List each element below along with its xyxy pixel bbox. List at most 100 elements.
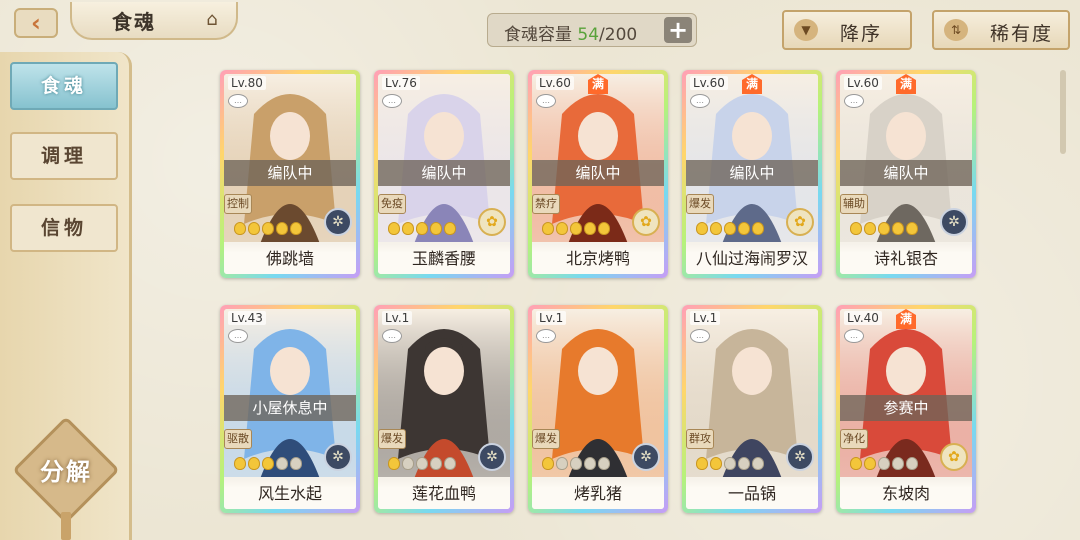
soul-card[interactable]: Lv.43 … 小屋休息中 驱散 ✲ 风生水起 bbox=[220, 305, 360, 513]
star-icon bbox=[402, 222, 414, 235]
level-label: Lv.1 bbox=[382, 311, 413, 325]
card-body: Lv.1 … 爆发 ✲ 莲花血鸭 bbox=[378, 309, 510, 509]
status-banner: 参赛中 bbox=[840, 395, 972, 421]
star-rating bbox=[696, 222, 764, 236]
chat-icon[interactable]: … bbox=[382, 329, 402, 343]
level-label: Lv.1 bbox=[536, 311, 567, 325]
chat-icon[interactable]: … bbox=[690, 94, 710, 108]
level-label: Lv.60 bbox=[536, 76, 574, 90]
sort-key-label: 稀有度 bbox=[990, 23, 1054, 45]
star-rating bbox=[850, 457, 918, 471]
character-name: 玉麟香腰 bbox=[378, 244, 510, 274]
star-icon bbox=[696, 222, 708, 235]
level-label: Lv.60 bbox=[844, 76, 882, 90]
soul-card[interactable]: Lv.1 … 群攻 ✲ 一品锅 bbox=[682, 305, 822, 513]
star-icon bbox=[724, 457, 736, 470]
star-icon bbox=[402, 457, 414, 470]
star-icon bbox=[262, 222, 274, 235]
home-icon[interactable]: ⌂ bbox=[200, 9, 224, 31]
gear-element-icon: ✲ bbox=[786, 443, 814, 471]
chat-icon[interactable]: … bbox=[844, 329, 864, 343]
star-icon bbox=[892, 222, 904, 235]
star-icon bbox=[542, 222, 554, 235]
sort-key-button[interactable]: ⇅ 稀有度 bbox=[932, 10, 1070, 50]
chat-icon[interactable]: … bbox=[228, 94, 248, 108]
star-icon bbox=[850, 222, 862, 235]
status-banner: 编队中 bbox=[224, 160, 356, 186]
role-badge: 免疫 bbox=[378, 194, 406, 214]
star-icon bbox=[276, 457, 288, 470]
chat-icon[interactable]: … bbox=[844, 94, 864, 108]
star-icon bbox=[878, 222, 890, 235]
sidebar-item-xinwu[interactable]: 信物 bbox=[10, 204, 118, 252]
character-name: 佛跳墙 bbox=[224, 244, 356, 274]
role-badge: 辅助 bbox=[840, 194, 868, 214]
star-icon bbox=[430, 222, 442, 235]
capacity-max: /200 bbox=[599, 25, 638, 45]
character-name: 一品锅 bbox=[686, 479, 818, 509]
soul-card[interactable]: Lv.60 满 … 编队中 辅助 ✲ 诗礼银杏 bbox=[836, 70, 976, 278]
soul-card[interactable]: Lv.80 … 编队中 控制 ✲ 佛跳墙 bbox=[220, 70, 360, 278]
level-label: Lv.60 bbox=[690, 76, 728, 90]
chat-icon[interactable]: … bbox=[690, 329, 710, 343]
role-badge: 驱散 bbox=[224, 429, 252, 449]
gear-element-icon: ✲ bbox=[478, 443, 506, 471]
star-icon bbox=[864, 222, 876, 235]
character-name: 东坡肉 bbox=[840, 479, 972, 509]
add-capacity-button[interactable]: + bbox=[664, 17, 692, 43]
soul-card[interactable]: Lv.60 满 … 编队中 禁疗 ✿ 北京烤鸭 bbox=[528, 70, 668, 278]
flower-element-icon: ✿ bbox=[478, 208, 506, 236]
scrollbar[interactable] bbox=[1060, 70, 1066, 154]
capacity-label: 食魂容量 54/200 bbox=[504, 20, 637, 45]
sort-order-label: 降序 bbox=[840, 23, 883, 45]
role-badge: 净化 bbox=[840, 429, 868, 449]
sidebar-item-shihun[interactable]: 食魂 bbox=[10, 62, 118, 110]
character-name: 八仙过海闹罗汉 bbox=[686, 244, 818, 274]
star-icon bbox=[234, 457, 246, 470]
gear-element-icon: ✲ bbox=[324, 208, 352, 236]
star-icon bbox=[556, 222, 568, 235]
decompose-label: 分解 bbox=[40, 458, 92, 486]
star-icon bbox=[430, 457, 442, 470]
sort-swap-icon: ⇅ bbox=[944, 19, 968, 41]
character-name: 风生水起 bbox=[224, 479, 356, 509]
soul-card[interactable]: Lv.40 满 … 参赛中 净化 ✿ 东坡肉 bbox=[836, 305, 976, 513]
soul-card[interactable]: Lv.76 … 编队中 免疫 ✿ 玉麟香腰 bbox=[374, 70, 514, 278]
chat-icon[interactable]: … bbox=[382, 94, 402, 108]
card-body: Lv.43 … 小屋休息中 驱散 ✲ 风生水起 bbox=[224, 309, 356, 509]
level-label: Lv.76 bbox=[382, 76, 420, 90]
star-icon bbox=[584, 222, 596, 235]
star-icon bbox=[416, 457, 428, 470]
card-body: Lv.80 … 编队中 控制 ✲ 佛跳墙 bbox=[224, 74, 356, 274]
role-badge: 控制 bbox=[224, 194, 252, 214]
star-icon bbox=[444, 457, 456, 470]
status-banner: 编队中 bbox=[532, 160, 664, 186]
soul-card[interactable]: Lv.1 … 爆发 ✲ 烤乳猪 bbox=[528, 305, 668, 513]
star-icon bbox=[584, 457, 596, 470]
star-rating bbox=[696, 457, 764, 471]
star-icon bbox=[752, 222, 764, 235]
chat-icon[interactable]: … bbox=[536, 94, 556, 108]
card-body: Lv.60 满 … 编队中 辅助 ✲ 诗礼银杏 bbox=[840, 74, 972, 274]
card-body: Lv.60 满 … 编队中 爆发 ✿ 八仙过海闹罗汉 bbox=[686, 74, 818, 274]
flower-element-icon: ✿ bbox=[786, 208, 814, 236]
sort-order-button[interactable]: ▼ 降序 bbox=[782, 10, 912, 50]
back-button[interactable]: ‹ bbox=[14, 8, 58, 38]
level-label: Lv.1 bbox=[690, 311, 721, 325]
chat-icon[interactable]: … bbox=[228, 329, 248, 343]
star-icon bbox=[878, 457, 890, 470]
soul-card[interactable]: Lv.1 … 爆发 ✲ 莲花血鸭 bbox=[374, 305, 514, 513]
soul-card[interactable]: Lv.60 满 … 编队中 爆发 ✿ 八仙过海闹罗汉 bbox=[682, 70, 822, 278]
sidebar-item-tiaoli[interactable]: 调理 bbox=[10, 132, 118, 180]
star-icon bbox=[710, 222, 722, 235]
chat-icon[interactable]: … bbox=[536, 329, 556, 343]
flower-element-icon: ✿ bbox=[940, 443, 968, 471]
star-icon bbox=[724, 222, 736, 235]
star-icon bbox=[598, 457, 610, 470]
level-label: Lv.80 bbox=[228, 76, 266, 90]
status-banner: 编队中 bbox=[378, 160, 510, 186]
capacity-indicator: 食魂容量 54/200 + bbox=[487, 13, 697, 47]
sort-down-icon: ▼ bbox=[794, 19, 818, 41]
character-name: 莲花血鸭 bbox=[378, 479, 510, 509]
card-body: Lv.40 满 … 参赛中 净化 ✿ 东坡肉 bbox=[840, 309, 972, 509]
